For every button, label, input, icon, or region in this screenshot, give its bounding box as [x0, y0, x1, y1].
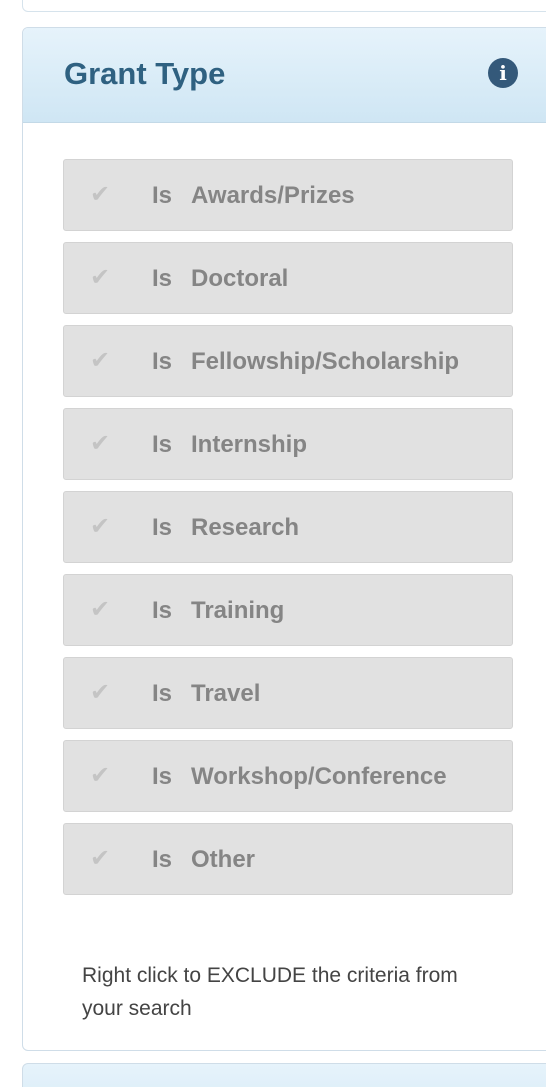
option-prefix: Is — [152, 514, 173, 541]
option-prefix: Is — [152, 846, 173, 873]
option-fellowship-scholarship[interactable]: ✔ Is Fellowship/Scholarship — [63, 325, 513, 397]
option-awards-prizes[interactable]: ✔ Is Awards/Prizes — [63, 159, 513, 231]
option-label: Doctoral — [191, 265, 289, 292]
option-prefix: Is — [152, 265, 173, 292]
previous-panel — [22, 0, 546, 12]
option-research[interactable]: ✔ Is Research — [63, 491, 513, 563]
grant-type-options: ✔ Is Awards/Prizes ✔ Is Doctoral ✔ Is Fe… — [63, 159, 513, 906]
option-prefix: Is — [152, 348, 173, 375]
option-workshop-conference[interactable]: ✔ Is Workshop/Conference — [63, 740, 513, 812]
page: Grant Type i ✔ Is Awards/Prizes ✔ Is Doc… — [0, 0, 546, 1087]
grant-type-panel: Grant Type i ✔ Is Awards/Prizes ✔ Is Doc… — [22, 27, 546, 1051]
option-doctoral[interactable]: ✔ Is Doctoral — [63, 242, 513, 314]
option-label: Awards/Prizes — [191, 182, 355, 209]
check-icon: ✔ — [90, 596, 111, 623]
option-label: Travel — [191, 680, 261, 707]
panel-title: Grant Type — [64, 56, 226, 91]
check-icon: ✔ — [90, 181, 111, 208]
option-training[interactable]: ✔ Is Training — [63, 574, 513, 646]
option-prefix: Is — [152, 182, 173, 209]
option-prefix: Is — [152, 680, 173, 707]
next-panel-header[interactable] — [22, 1063, 546, 1087]
option-internship[interactable]: ✔ Is Internship — [63, 408, 513, 480]
option-travel[interactable]: ✔ Is Travel — [63, 657, 513, 729]
option-label: Training — [191, 597, 285, 624]
check-icon: ✔ — [90, 347, 111, 374]
option-label: Fellowship/Scholarship — [191, 348, 460, 375]
check-icon: ✔ — [90, 762, 111, 789]
check-icon: ✔ — [90, 845, 111, 872]
panel-header: Grant Type i — [23, 28, 546, 123]
check-icon: ✔ — [90, 264, 111, 291]
option-label: Other — [191, 846, 256, 873]
option-prefix: Is — [152, 763, 173, 790]
option-prefix: Is — [152, 431, 173, 458]
option-label: Internship — [191, 431, 308, 458]
check-icon: ✔ — [90, 679, 111, 706]
option-label: Research — [191, 514, 300, 541]
option-other[interactable]: ✔ Is Other — [63, 823, 513, 895]
exclude-hint: Right click to EXCLUDE the criteria from… — [82, 964, 458, 1020]
option-prefix: Is — [152, 597, 173, 624]
check-icon: ✔ — [90, 513, 111, 540]
check-icon: ✔ — [90, 430, 111, 457]
info-icon[interactable]: i — [488, 58, 518, 88]
option-label: Workshop/Conference — [191, 763, 447, 790]
